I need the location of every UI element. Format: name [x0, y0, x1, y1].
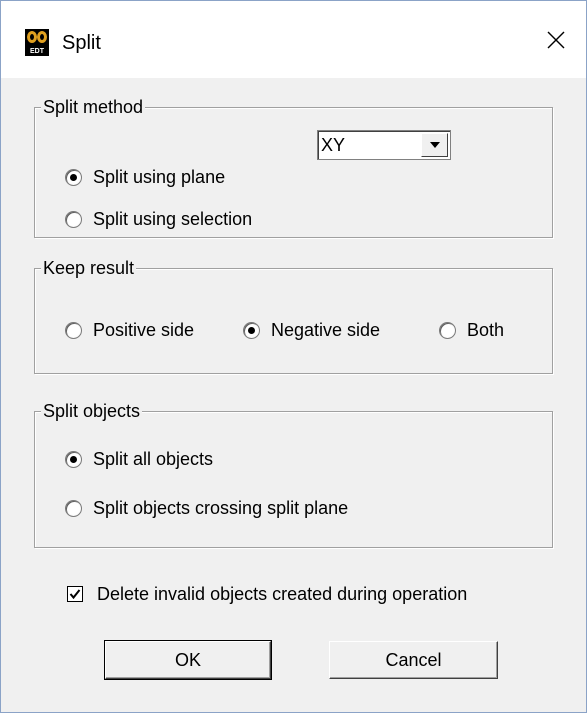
delete-invalid-label: Delete invalid objects created during op…	[97, 584, 468, 604]
radio-negative-side[interactable]: Negative side	[243, 318, 380, 342]
radio-button[interactable]	[439, 321, 456, 339]
checkmark-icon	[69, 589, 81, 600]
radio-positive-side[interactable]: Positive side	[65, 318, 194, 342]
radio-button[interactable]	[65, 168, 82, 186]
chevron-down-icon	[429, 142, 440, 148]
plane-select-value: XY	[321, 135, 346, 155]
keep-result-group: Keep result Positive side Negative side …	[34, 256, 553, 374]
radio-both[interactable]: Both	[439, 318, 504, 342]
split-objects-group: Split objects Split all objects Split ob…	[34, 399, 553, 548]
delete-invalid-checkbox-row[interactable]: Delete invalid objects created during op…	[67, 582, 467, 606]
plane-select[interactable]: XY	[317, 130, 451, 160]
radio-label: Both	[467, 320, 505, 340]
window-title: Split	[62, 32, 101, 54]
radio-label: Negative side	[271, 320, 381, 340]
dialog-body: Split method Split using plane XY Split …	[1, 78, 586, 712]
radio-button[interactable]	[243, 321, 260, 339]
radio-button[interactable]	[65, 499, 82, 517]
radio-label: Split using selection	[93, 209, 253, 229]
split-dialog: EDT Split Split method Split using plane…	[0, 0, 587, 713]
dropdown-button[interactable]	[421, 133, 448, 157]
close-icon	[547, 31, 565, 48]
delete-invalid-checkbox[interactable]	[67, 586, 83, 602]
radio-button[interactable]	[65, 450, 82, 468]
ok-button[interactable]: OK	[104, 640, 272, 680]
radio-button[interactable]	[65, 321, 82, 339]
keep-result-label: Keep result	[41, 256, 137, 280]
split-objects-label: Split objects	[41, 399, 143, 423]
radio-label: Split using plane	[93, 167, 226, 187]
radio-label: Split objects crossing split plane	[93, 498, 349, 518]
cancel-button[interactable]: Cancel	[329, 641, 498, 679]
app-icon-text: EDT	[30, 48, 45, 55]
edt-app-icon: EDT	[25, 29, 49, 56]
split-method-label: Split method	[41, 95, 146, 119]
split-method-group: Split method Split using plane XY Split …	[34, 95, 553, 238]
radio-split-using-plane[interactable]: Split using plane	[65, 165, 225, 189]
radio-split-all-objects[interactable]: Split all objects	[65, 447, 213, 471]
radio-split-using-selection[interactable]: Split using selection	[65, 207, 252, 231]
close-button[interactable]	[526, 1, 586, 78]
radio-label: Split all objects	[93, 449, 214, 469]
radio-split-objects-crossing[interactable]: Split objects crossing split plane	[65, 496, 348, 520]
title-bar[interactable]: EDT Split	[1, 1, 586, 78]
radio-button[interactable]	[65, 210, 82, 228]
radio-label: Positive side	[93, 320, 195, 340]
